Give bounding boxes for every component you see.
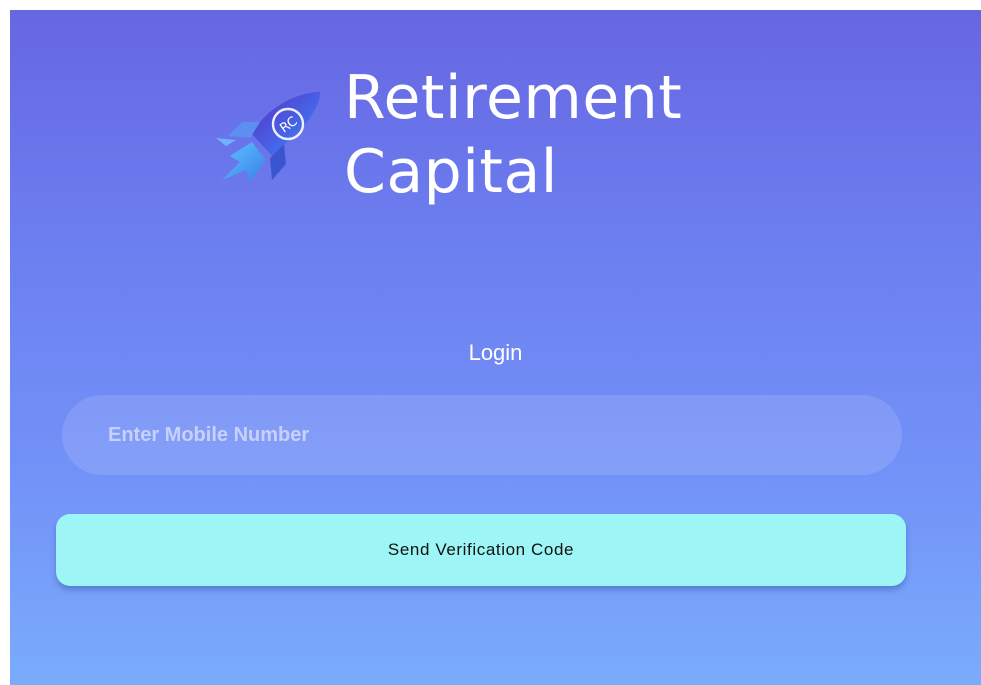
send-verification-code-button[interactable]: Send Verification Code <box>56 514 906 586</box>
login-title: Login <box>468 340 523 365</box>
brand-name-line-2: Capital <box>344 137 558 207</box>
brand-name-line-1: Retirement <box>344 63 683 133</box>
mobile-number-input[interactable] <box>62 395 902 475</box>
brand-header: RC Retirement Capital <box>210 60 770 230</box>
rocket-icon: RC <box>210 82 328 200</box>
login-screen: RC Retirement Capital Login Send Verific… <box>10 10 981 685</box>
